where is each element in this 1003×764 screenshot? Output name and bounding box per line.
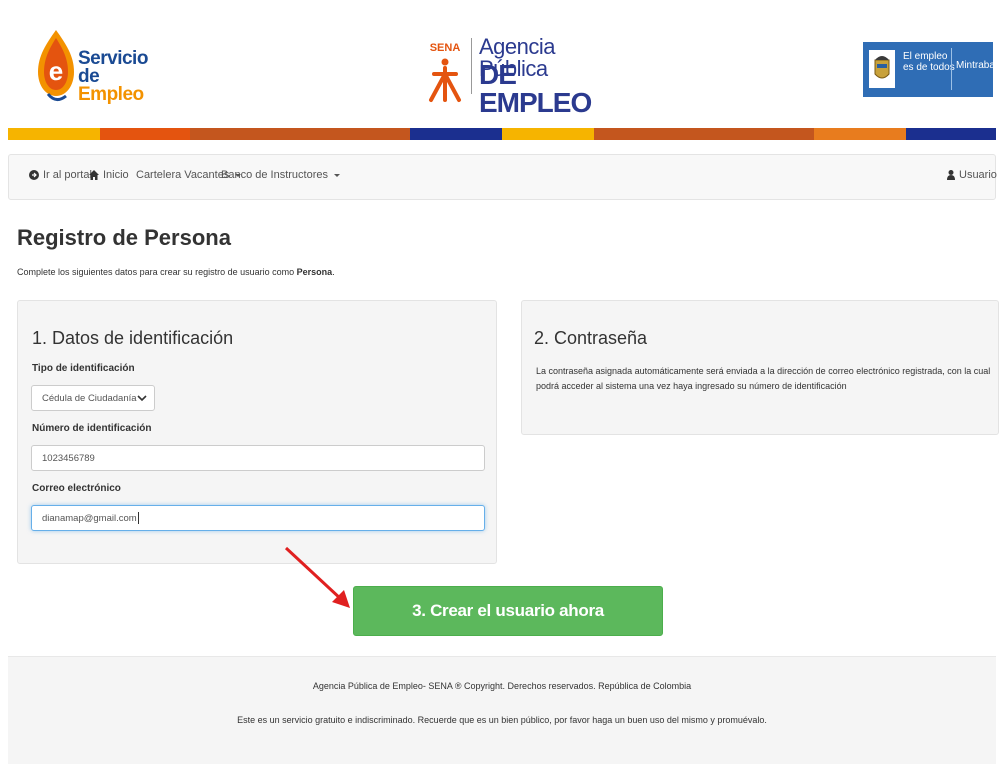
footer-notice: Este es un servicio gratuito e indiscrim… (237, 715, 767, 725)
agencia-publica-logo[interactable]: SENA Agencia Pública DE EMPLEO (424, 34, 594, 117)
identificacion-heading: 1. Datos de identificación (32, 328, 234, 348)
servicio-empleo-logo[interactable]: e Servicio de Empleo (36, 28, 148, 108)
red-arrow-annotation (284, 546, 350, 608)
main-navbar: Ir al portal Inicio Cartelera Vacantes B… (8, 154, 1003, 200)
circle-arrow-icon (29, 170, 39, 180)
nav-inicio[interactable]: Inicio (89, 169, 129, 181)
text-cursor (137, 512, 139, 524)
stripe-segment (594, 128, 814, 140)
identificacion-panel: 1. Datos de identificación Tipo de ident… (17, 300, 497, 564)
home-icon (89, 170, 99, 180)
caret-down-icon (334, 173, 341, 177)
gov-slogan-line2: es de todos (903, 62, 955, 73)
contrasena-panel: 2. Contraseña La contraseña asignada aut… (521, 300, 999, 435)
coat-of-arms-icon (869, 50, 895, 88)
sena-mark-text: SENA (430, 42, 461, 54)
nav-usuario-menu[interactable]: Usuario (947, 169, 1003, 181)
crear-usuario-button[interactable]: 3. Crear el usuario ahora (353, 586, 663, 636)
agency-subtitle: DE EMPLEO (479, 59, 592, 118)
page-title: Registro de Persona (17, 225, 231, 250)
subtitle-end: . (332, 267, 335, 277)
chevron-down-icon (137, 395, 147, 402)
nav-usuario-label: Usuario (959, 169, 997, 181)
tipo-identificacion-value: Cédula de Ciudadanía (42, 392, 137, 404)
nav-ir-al-portal[interactable]: Ir al portal (29, 169, 92, 181)
stripe-segment (100, 128, 190, 140)
nav-banco-label: Banco de Instructores (221, 169, 329, 181)
stripe-segment (814, 128, 906, 140)
logo-divider (471, 38, 472, 94)
contrasena-description: La contraseña asignada automáticamente s… (536, 366, 991, 391)
subtitle-bold: Persona (296, 267, 333, 277)
gobierno-logo[interactable]: El empleo es de todos Mintrabajo (863, 42, 1003, 97)
gov-divider (951, 48, 952, 90)
nav-cartelera-label: Cartelera Vacantes (136, 169, 230, 181)
gov-slogan-line1: El empleo (903, 51, 948, 62)
correo-label: Correo electrónico (32, 483, 121, 494)
correo-value: dianamap@gmail.com (42, 512, 137, 524)
subtitle-text: Complete los siguientes datos para crear… (17, 267, 297, 277)
page-footer: Agencia Pública de Empleo- SENA ® Copyri… (8, 656, 996, 764)
svg-text:e: e (49, 56, 63, 86)
servicio-empleo-wordmark: Servicio de Empleo (78, 49, 148, 105)
numero-identificacion-input[interactable]: 1023456789 (31, 445, 485, 471)
stripe-segment (502, 128, 594, 140)
ministry-name: Mintrabajo (956, 60, 1003, 71)
tipo-identificacion-label: Tipo de identificación (32, 363, 135, 374)
stripe-segment (906, 128, 996, 140)
empleo-word: Empleo (78, 84, 144, 105)
tipo-identificacion-select[interactable]: Cédula de Ciudadanía (31, 385, 155, 411)
stripe-segment (410, 128, 502, 140)
nav-ir-al-portal-label: Ir al portal (43, 169, 92, 181)
sena-logo-icon: SENA (427, 40, 463, 102)
gov-slogan: El empleo es de todos (903, 51, 955, 73)
stripe-segment (190, 128, 410, 140)
empleo-line: de Empleo (78, 67, 148, 105)
servicio-empleo-drop-icon: e (38, 30, 74, 101)
stripe-segment (8, 128, 100, 140)
user-icon (947, 170, 955, 180)
footer-copyright: Agencia Pública de Empleo- SENA ® Copyri… (312, 681, 692, 691)
nav-banco-instructores[interactable]: Banco de Instructores (221, 169, 341, 181)
correo-input[interactable]: dianamap@gmail.com (31, 505, 485, 531)
contrasena-heading: 2. Contraseña (534, 328, 648, 348)
nav-inicio-label: Inicio (103, 169, 129, 181)
page-subtitle: Complete los siguientes datos para crear… (17, 267, 335, 277)
numero-identificacion-label: Número de identificación (32, 423, 152, 434)
site-header: e Servicio de Empleo SENA Agencia Públic… (0, 0, 1003, 128)
numero-identificacion-value: 1023456789 (42, 452, 95, 464)
